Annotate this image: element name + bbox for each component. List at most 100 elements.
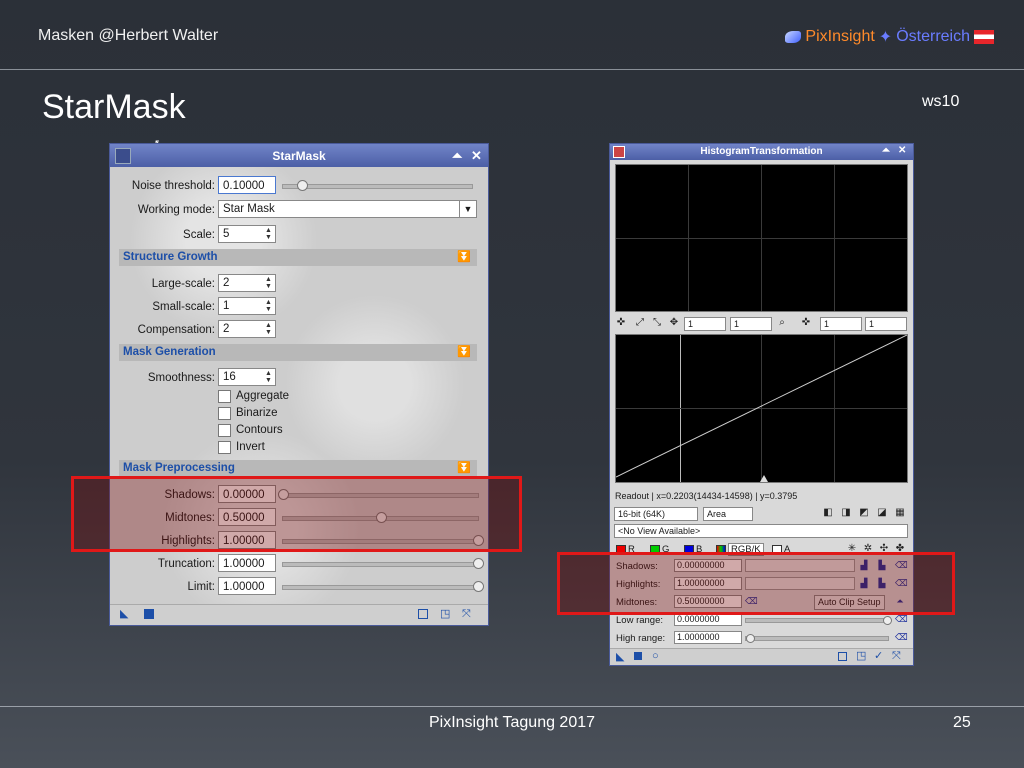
reset-field-icon[interactable]: ⌫	[895, 631, 908, 643]
low-range-label: Low range:	[616, 615, 664, 626]
low-range-slider-knob[interactable]	[883, 616, 892, 625]
small-scale-label: Small-scale:	[152, 301, 215, 313]
shade-icon[interactable]: ⏶	[452, 148, 462, 164]
invert-label: Invert	[236, 441, 265, 453]
new-instance-icon[interactable]: ◣	[120, 609, 130, 620]
limit-input[interactable]: 1.00000	[218, 577, 276, 595]
view-selector-value: <No View Available>	[618, 526, 701, 536]
spin-arrows-icon[interactable]: ▲ ▼	[265, 276, 274, 290]
zoom-out-icon[interactable]: ⤡	[651, 317, 663, 329]
histogram-bottom-bar: ◣ ○ ◳ ✓ ⤧	[610, 648, 913, 665]
track-view-icon[interactable]: ◳	[440, 609, 450, 620]
plot-mode-icon-3[interactable]: ◩	[858, 507, 870, 519]
starmask-titlebar[interactable]: StarMask ⏶ ✕	[110, 144, 488, 167]
large-scale-spinbox[interactable]: 2 ▲ ▼	[218, 274, 276, 292]
scale-spinbox[interactable]: 5 ▲ ▼	[218, 225, 276, 243]
chevron-down-icon[interactable]: ▼	[459, 201, 476, 217]
smoothness-row: Smoothness: 16 ▲ ▼	[110, 368, 488, 388]
spin-arrows-icon[interactable]: ▲ ▼	[265, 227, 274, 241]
view-selector[interactable]: <No View Available>	[614, 524, 908, 538]
plot-mode-icon-4[interactable]: ◪	[876, 507, 888, 519]
starmask-window: StarMask ⏶ ✕ Noise threshold: 0.10000 Wo…	[109, 143, 489, 626]
high-range-input[interactable]: 1.0000000	[674, 631, 742, 644]
reset-icon[interactable]: ⤧	[462, 609, 472, 620]
starmask-title: StarMask	[272, 149, 326, 163]
collapse-icon[interactable]: ⏬	[457, 345, 471, 358]
browse-documentation-icon[interactable]	[418, 609, 428, 619]
histogram-title: HistogramTransformation	[700, 146, 823, 157]
working-mode-select[interactable]: Star Mask ▼	[218, 200, 477, 218]
input-histogram-plot[interactable]	[615, 164, 908, 312]
zoom-v-input-2[interactable]: 1	[865, 317, 907, 331]
check-icon[interactable]: ✓	[874, 651, 884, 662]
smoothness-spinbox[interactable]: 16 ▲ ▼	[218, 368, 276, 386]
plot-mode-icon-2[interactable]: ◨	[840, 507, 852, 519]
zoom-h-input-2[interactable]: 1	[820, 317, 862, 331]
magnifier-icon[interactable]: ⌕	[776, 317, 788, 329]
apply-global-icon[interactable]	[634, 652, 642, 660]
mask-preprocessing-heading: Mask Preprocessing	[123, 462, 235, 474]
aggregate-checkbox[interactable]	[218, 390, 231, 403]
truncation-slider[interactable]	[282, 558, 484, 569]
zoom-v-input-1[interactable]: 1	[730, 317, 772, 331]
browse-documentation-icon[interactable]	[838, 652, 847, 661]
section-structure-growth[interactable]: Structure Growth ⏬	[119, 249, 477, 266]
truncation-slider-knob[interactable]	[473, 558, 484, 569]
edit-mode-icon-2[interactable]: ✜	[800, 317, 812, 329]
histogram-titlebar[interactable]: HistogramTransformation ⏶ ✕	[610, 144, 913, 160]
limit-slider-knob[interactable]	[473, 581, 484, 592]
starmask-bottom-bar: ◣ ◳ ⤧	[110, 604, 488, 625]
shade-icon[interactable]: ⏶	[882, 145, 890, 156]
pan-icon[interactable]: ✥	[668, 317, 680, 329]
high-range-slider-knob[interactable]	[746, 634, 755, 643]
invert-checkbox[interactable]	[218, 441, 231, 454]
close-icon[interactable]: ✕	[898, 145, 906, 156]
transfer-curve	[616, 335, 907, 482]
compensation-value: 2	[223, 323, 230, 335]
limit-slider[interactable]	[282, 581, 484, 592]
zoom-in-icon[interactable]: ⤢	[634, 317, 646, 329]
high-range-slider[interactable]	[745, 634, 889, 643]
small-scale-row: Small-scale: 1 ▲ ▼	[110, 297, 488, 317]
collapse-icon[interactable]: ⏬	[457, 461, 471, 474]
small-scale-spinbox[interactable]: 1 ▲ ▼	[218, 297, 276, 315]
truncation-input[interactable]: 1.00000	[218, 554, 276, 572]
compensation-spinbox[interactable]: 2 ▲ ▼	[218, 320, 276, 338]
low-range-row: Low range: 0.0000000 ⌫	[612, 613, 911, 628]
truncation-label: Truncation:	[157, 558, 215, 570]
compensation-row: Compensation: 2 ▲ ▼	[110, 320, 488, 340]
noise-threshold-input[interactable]: 0.10000	[218, 176, 276, 194]
contours-checkbox[interactable]	[218, 424, 231, 437]
working-mode-value: Star Mask	[223, 203, 275, 215]
apply-global-icon[interactable]	[144, 609, 154, 619]
small-scale-value: 1	[223, 300, 230, 312]
new-instance-icon[interactable]: ◣	[616, 652, 626, 663]
noise-threshold-slider[interactable]	[282, 180, 473, 191]
section-mask-generation[interactable]: Mask Generation ⏬	[119, 344, 477, 361]
spin-arrows-icon[interactable]: ▲ ▼	[265, 322, 274, 336]
spin-arrows-icon[interactable]: ▲ ▼	[265, 370, 274, 384]
edit-mode-icon[interactable]: ✜	[615, 317, 627, 329]
sparkle-icon: ✦	[878, 29, 893, 46]
smoothness-label: Smoothness:	[147, 372, 215, 384]
graph-style-select[interactable]: Area	[703, 507, 753, 521]
realtime-preview-icon[interactable]: ○	[652, 651, 662, 662]
reset-icon[interactable]: ⤧	[892, 651, 902, 662]
low-range-slider[interactable]	[745, 616, 892, 625]
plot-mode-icon-1[interactable]: ◧	[822, 507, 834, 519]
aggregate-label: Aggregate	[236, 390, 290, 402]
track-view-icon[interactable]: ◳	[856, 651, 866, 662]
spin-arrows-icon[interactable]: ▲ ▼	[265, 299, 274, 313]
close-icon[interactable]: ✕	[471, 148, 482, 164]
truncation-row: Truncation: 1.00000	[110, 554, 488, 574]
bit-depth-select[interactable]: 16-bit (64K)	[614, 507, 698, 521]
grid-icon[interactable]: ▦	[894, 507, 906, 519]
collapse-icon[interactable]: ⏬	[457, 250, 471, 263]
noise-threshold-slider-knob[interactable]	[296, 180, 308, 191]
section-mask-preprocessing[interactable]: Mask Preprocessing ⏬	[119, 460, 477, 477]
readout-line: Readout | x=0.2203(14434-14598) | y=0.37…	[615, 491, 798, 501]
zoom-h-input-1[interactable]: 1	[684, 317, 726, 331]
output-histogram-plot[interactable]	[615, 334, 908, 483]
large-scale-label: Large-scale:	[151, 278, 215, 290]
binarize-checkbox[interactable]	[218, 407, 231, 420]
